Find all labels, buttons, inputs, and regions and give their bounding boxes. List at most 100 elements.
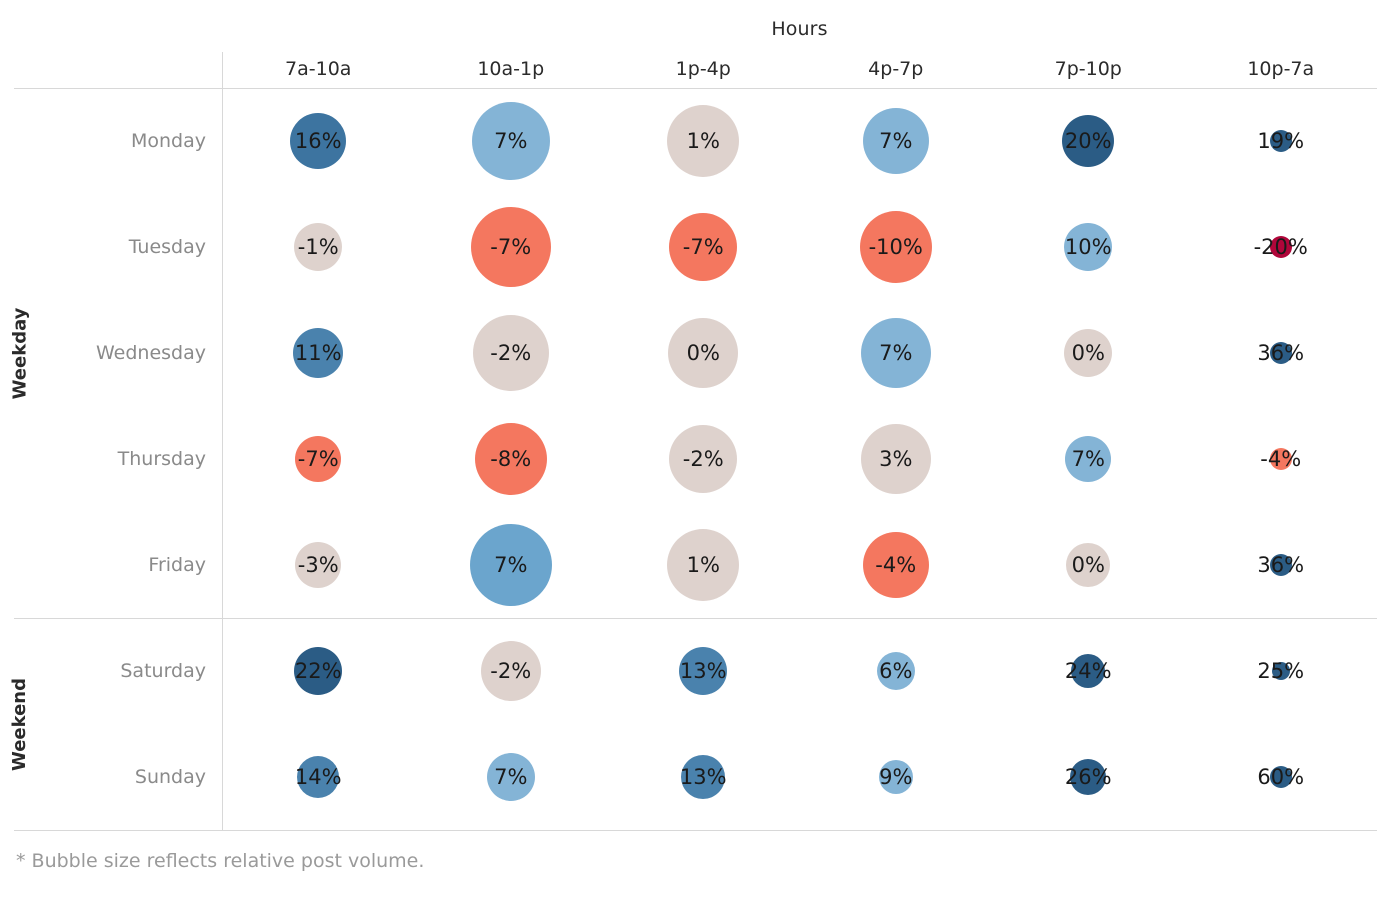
bubble-cell[interactable]: 6% [800,618,993,724]
bubble-cell[interactable]: 16% [222,88,415,194]
bubble-cell[interactable]: 19% [1185,88,1378,194]
grid-line-horizontal [14,830,1377,831]
bubble-cell[interactable]: -4% [1185,406,1378,512]
bubble-cell[interactable]: 36% [1185,300,1378,406]
bubble-value-label: 36% [1257,340,1305,365]
bubble-value-label: 13% [679,658,727,683]
bubble-cell[interactable]: -10% [800,194,993,300]
bubble-cell[interactable]: 7% [992,406,1185,512]
bubble-cell[interactable]: 36% [1185,512,1378,618]
bubble-cell[interactable]: 0% [607,300,800,406]
table-row: Monday 16% 7% 1% 7% 20% 19% [14,88,1377,194]
bubble-cell[interactable]: 7% [800,300,993,406]
bubble-cell[interactable]: 25% [1185,618,1378,724]
bubble-value-label: 7% [494,128,528,153]
bubble-cell[interactable]: -7% [607,194,800,300]
grid-line-vertical-header [222,52,223,88]
bubble-cell[interactable]: -3% [222,512,415,618]
column-header: 7a-10a [285,58,352,80]
row-label: Thursday [117,448,206,470]
bubble-value-label: -4% [1260,446,1302,471]
table-row: Wednesday 11% -2% 0% 7% 0% 36% [14,300,1377,406]
bubble-cell[interactable]: 1% [607,512,800,618]
bubble-cell[interactable]: -20% [1185,194,1378,300]
row-group-label-text: Weekday [9,307,31,399]
footnote: * Bubble size reflects relative post vol… [16,850,425,872]
bubble-value-label: -7% [297,446,339,471]
bubble-cell[interactable]: 60% [1185,724,1378,830]
bubble-cell[interactable]: -8% [415,406,608,512]
bubble-value-label: -20% [1253,234,1308,259]
bubble-cell[interactable]: 7% [415,88,608,194]
bubble-cell[interactable]: -4% [800,512,993,618]
bubble-value-label: 60% [1257,764,1305,789]
bubble-value-label: -10% [868,234,923,259]
bubble-cell[interactable]: 7% [415,724,608,830]
bubble-value-label: -4% [875,552,917,577]
bubble-cell[interactable]: 0% [992,512,1185,618]
bubble-value-label: 3% [879,446,913,471]
bubble-cell[interactable]: 3% [800,406,993,512]
bubble-cell[interactable]: 24% [992,618,1185,724]
table-row: Friday -3% 7% 1% -4% 0% 36% [14,512,1377,618]
bubble-value-label: 0% [1071,552,1105,577]
row-group-label-text: Weekend [9,677,31,771]
bubble-value-label: 7% [879,128,913,153]
column-header: 10p-7a [1247,58,1315,80]
bubble-value-label: -1% [297,234,339,259]
bubble-value-label: -2% [490,340,532,365]
row-label: Saturday [120,660,206,682]
bubble-cell[interactable]: -2% [415,618,608,724]
bubble-value-label: -3% [297,552,339,577]
bubble-value-label: 7% [494,552,528,577]
bubble-cell[interactable]: 20% [992,88,1185,194]
table-row: Tuesday -1% -7% -7% -10% 10% -20% [14,194,1377,300]
bubble-cell[interactable]: -7% [415,194,608,300]
column-header: 4p-7p [868,58,924,80]
bubble-value-label: 36% [1257,552,1305,577]
row-label: Monday [130,130,206,152]
row-cells: 22% -2% 13% 6% 24% 25% [222,618,1377,724]
bubble-cell[interactable]: -2% [607,406,800,512]
bubble-cell[interactable]: 1% [607,88,800,194]
bubble-value-label: 1% [686,128,720,153]
row-cells: -3% 7% 1% -4% 0% 36% [222,512,1377,618]
bubble-value-label: 16% [294,128,342,153]
bubble-cell[interactable]: 14% [222,724,415,830]
bubble-value-label: 0% [1071,340,1105,365]
row-cells: 16% 7% 1% 7% 20% 19% [222,88,1377,194]
bubble-cell[interactable]: 7% [800,88,993,194]
column-header: 7p-10p [1054,58,1122,80]
bubble-cell[interactable]: -2% [415,300,608,406]
bubble-cell[interactable]: 9% [800,724,993,830]
bubble-cell[interactable]: 10% [992,194,1185,300]
bubble-value-label: 11% [294,340,342,365]
bubble-value-label: 7% [879,340,913,365]
bubble-value-label: -7% [682,234,724,259]
table-row: Thursday -7% -8% -2% 3% 7% -4% [14,406,1377,512]
bubble-value-label: 22% [294,658,342,683]
bubble-cell[interactable]: 13% [607,618,800,724]
bubble-cell[interactable]: 26% [992,724,1185,830]
bubble-cell[interactable]: 13% [607,724,800,830]
bubble-cell[interactable]: 22% [222,618,415,724]
row-group-label: Weekday [0,88,40,618]
bubble-value-label: 9% [879,764,913,789]
row-cells: -1% -7% -7% -10% 10% -20% [222,194,1377,300]
row-label: Sunday [134,766,206,788]
column-header: 10a-1p [477,58,545,80]
row-cells: 14% 7% 13% 9% 26% 60% [222,724,1377,830]
bubble-grid-chart: Hours 7a-10a 10a-1p 1p-4p 4p-7p 7p-10p 10p-7a… [0,0,1400,900]
column-axis-title: Hours [771,18,828,40]
bubble-value-label: -7% [490,234,532,259]
bubble-cell[interactable]: -1% [222,194,415,300]
row-cells: -7% -8% -2% 3% 7% -4% [222,406,1377,512]
row-cells: 11% -2% 0% 7% 0% 36% [222,300,1377,406]
bubble-cell[interactable]: 0% [992,300,1185,406]
bubble-value-label: 7% [494,764,528,789]
bubble-value-label: -8% [490,446,532,471]
bubble-cell[interactable]: 7% [415,512,608,618]
bubble-cell[interactable]: -7% [222,406,415,512]
bubble-value-label: 20% [1064,128,1112,153]
bubble-cell[interactable]: 11% [222,300,415,406]
